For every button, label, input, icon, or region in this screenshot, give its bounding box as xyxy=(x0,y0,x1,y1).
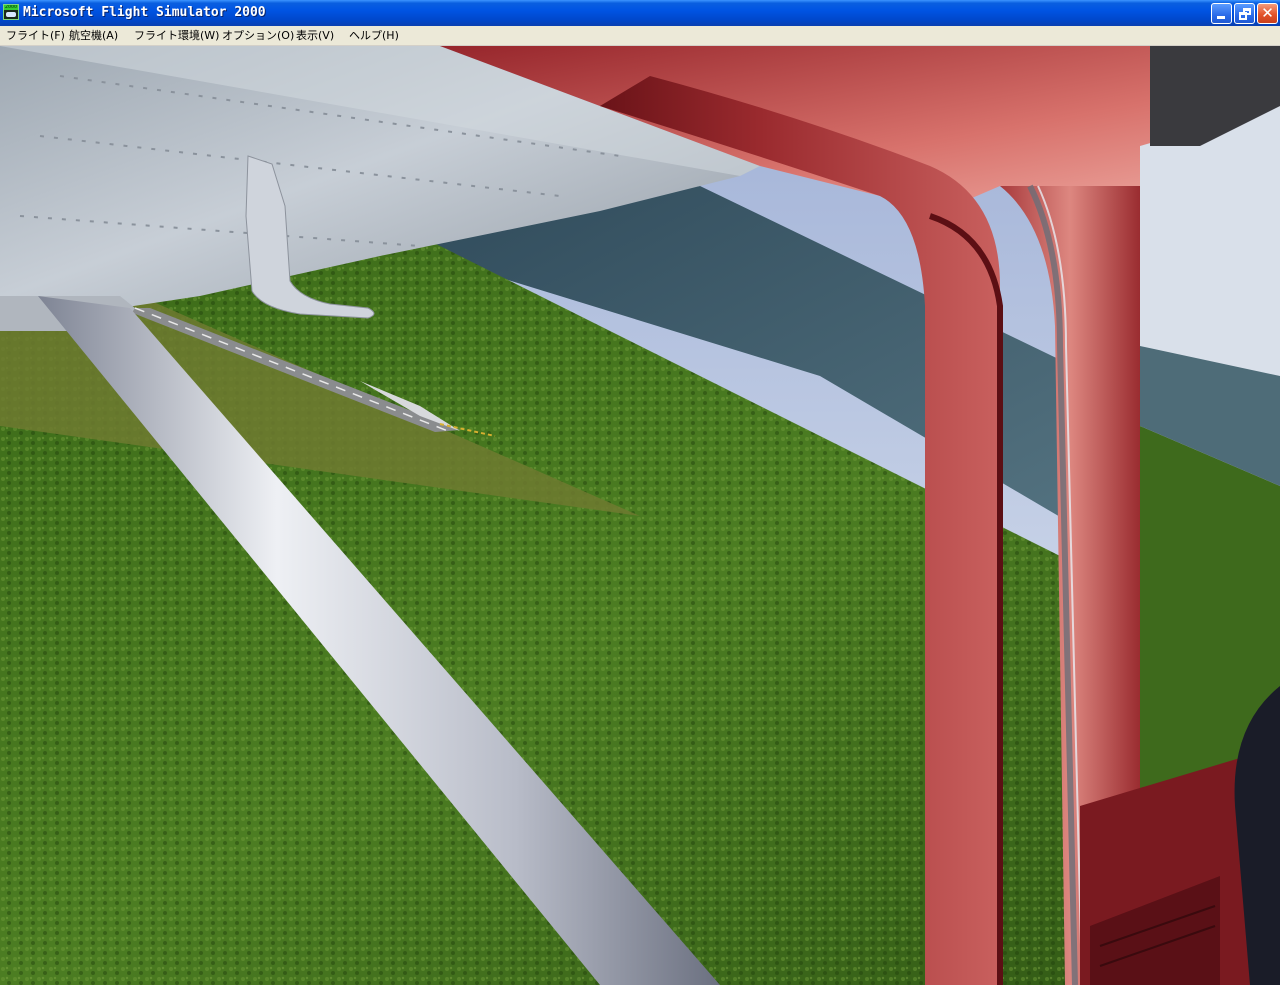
menu-world[interactable]: フライト環境(W) xyxy=(134,27,219,45)
app-icon[interactable]: 2000 xyxy=(3,4,19,20)
minimize-icon xyxy=(1217,16,1225,19)
restore-button[interactable] xyxy=(1234,3,1255,24)
menu-aircraft[interactable]: 航空機(A) xyxy=(69,27,118,45)
close-icon: ✕ xyxy=(1261,4,1274,22)
minimize-button[interactable] xyxy=(1211,3,1232,24)
menu-help[interactable]: ヘルプ(H) xyxy=(349,27,399,45)
menu-bar: フライト(F) 航空機(A) フライト環境(W) オプション(O) 表示(V) … xyxy=(0,26,1280,46)
app-icon-label: 2000 xyxy=(4,4,18,10)
plane-icon xyxy=(6,12,16,17)
menu-options[interactable]: オプション(O) xyxy=(222,27,294,45)
window-title: Microsoft Flight Simulator 2000 xyxy=(23,5,266,20)
flight-view[interactable] xyxy=(0,46,1280,985)
title-bar[interactable]: 2000 Microsoft Flight Simulator 2000 ✕ xyxy=(0,0,1280,26)
menu-flight[interactable]: フライト(F) xyxy=(6,27,65,45)
menu-view[interactable]: 表示(V) xyxy=(296,27,334,45)
app-window: 2000 Microsoft Flight Simulator 2000 ✕ フ… xyxy=(0,0,1280,985)
close-button[interactable]: ✕ xyxy=(1257,3,1278,24)
